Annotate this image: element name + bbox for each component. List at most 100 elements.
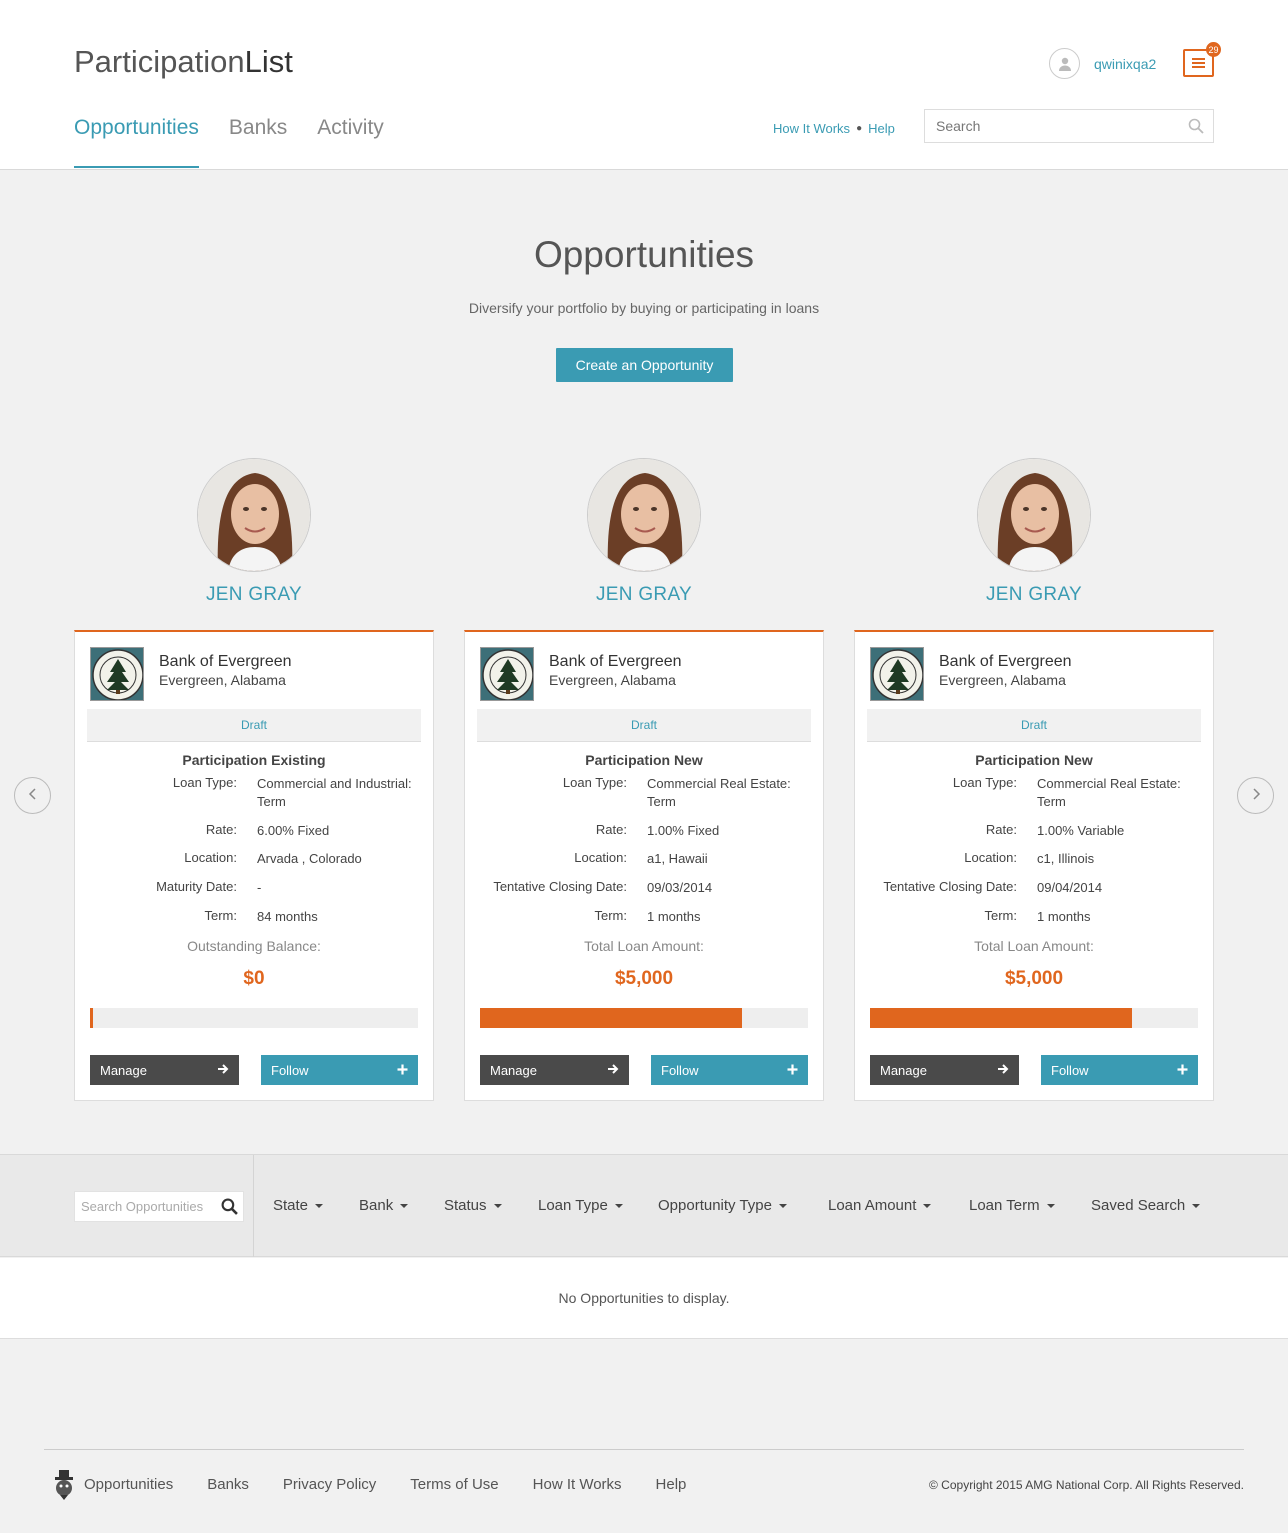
carousel-next-button[interactable] [1237,777,1274,814]
nav-activity[interactable]: Activity [317,116,384,168]
carousel-prev-button[interactable] [14,777,51,814]
detail-label: Loan Type: [172,775,237,790]
filter-label: Opportunity Type [658,1197,772,1214]
status-badge: Draft [87,709,421,742]
help-link[interactable]: Help [868,121,895,136]
footer-link-help[interactable]: Help [656,1476,687,1493]
caret-down-icon [923,1203,932,1208]
caret-down-icon [315,1203,324,1208]
participation-type: Participation Existing [182,752,326,768]
menu-icon [1192,58,1205,68]
filter-bar: State Bank Status Loan Type Opportunity … [0,1154,1288,1257]
footer-links: Opportunities Banks Privacy Policy Terms… [84,1476,720,1493]
amount-value: $5,000 [614,968,674,989]
filter-state[interactable]: State [273,1197,324,1214]
header: ParticipationList qwinixqa2 29 Opportuni… [0,0,1288,170]
follow-button[interactable]: Follow [1041,1055,1198,1085]
bank-name[interactable]: Bank of Evergreen [939,653,1072,671]
detail-label: Maturity Date: [156,879,237,894]
search-icon[interactable] [1188,118,1204,139]
follow-button[interactable]: Follow [651,1055,808,1085]
filter-status[interactable]: Status [444,1197,502,1214]
amount-value: $0 [243,968,265,989]
avatar[interactable] [587,458,701,572]
amount-value: $5,000 [1004,968,1064,989]
caret-down-icon [400,1203,409,1208]
arrow-right-icon [997,1062,1009,1079]
page-subtitle: Diversify your portfolio by buying or pa… [468,300,820,316]
plus-icon [1177,1062,1188,1079]
page-title: Opportunities [533,234,755,275]
opportunity-card: Bank of Evergreen Evergreen, Alabama Draft… [464,630,824,1101]
plus-icon [787,1062,798,1079]
caret-down-icon [1192,1203,1201,1208]
amount-label: Total Loan Amount: [974,938,1094,954]
button-label: Manage [490,1062,537,1078]
manage-button[interactable]: Manage [480,1055,629,1085]
officer-name[interactable]: JEN GRAY [74,584,434,606]
opportunity-search-input[interactable] [75,1192,215,1221]
user-icon [1049,48,1080,79]
detail-value: c1, Illinois [1037,851,1095,866]
footer-divider [44,1449,1244,1450]
caret-down-icon [778,1203,787,1208]
detail-value: Commercial and Industrial: Term [257,776,412,809]
bank-logo [480,647,534,701]
footer-link-banks[interactable]: Banks [207,1476,249,1493]
manage-button[interactable]: Manage [90,1055,239,1085]
nav-banks[interactable]: Banks [229,116,287,168]
detail-label: Loan Type: [952,775,1017,790]
detail-value: - [257,880,262,895]
bank-location: Evergreen, Alabama [549,672,676,688]
loan-officer: JEN GRAY [74,458,434,606]
create-opportunity-button[interactable]: Create an Opportunity [556,348,733,382]
search-icon[interactable] [221,1198,238,1220]
bank-logo [870,647,924,701]
logo-text-strong: List [244,44,293,79]
filter-label: Loan Amount [828,1197,917,1214]
participation-type: Participation New [975,752,1093,768]
detail-value: 84 months [257,909,318,924]
top-links: How It Works ● Help [773,121,895,136]
search-input[interactable] [925,110,1175,142]
status-badge: Draft [477,709,811,742]
filter-opportunity-type[interactable]: Opportunity Type [658,1197,787,1214]
avatar[interactable] [197,458,311,572]
bank-name[interactable]: Bank of Evergreen [549,653,682,671]
filter-loan-amount[interactable]: Loan Amount [828,1197,932,1214]
footer-link-privacy-policy[interactable]: Privacy Policy [283,1476,376,1493]
manage-button[interactable]: Manage [870,1055,1019,1085]
filter-loan-type[interactable]: Loan Type [538,1197,623,1214]
how-it-works-link[interactable]: How It Works [773,121,850,136]
footer-link-how-it-works[interactable]: How It Works [533,1476,622,1493]
detail-value: 1.00% Variable [1037,823,1125,838]
nav-opportunities[interactable]: Opportunities [74,116,199,168]
filter-loan-term[interactable]: Loan Term [969,1197,1055,1214]
detail-label: Location: [184,850,237,865]
arrow-right-icon [217,1062,229,1079]
main-nav: Opportunities Banks Activity [74,116,414,168]
user-menu[interactable]: qwinixqa2 [1049,48,1156,79]
filter-saved-search[interactable]: Saved Search [1091,1197,1201,1214]
header-search [924,109,1214,143]
detail-label: Term: [594,908,628,923]
bank-logo [90,647,144,701]
detail-value: 1 months [647,909,701,924]
avatar[interactable] [977,458,1091,572]
empty-state-message: No Opportunities to display. [0,1258,1288,1339]
detail-value: 1.00% Fixed [647,823,720,838]
footer-link-opportunities[interactable]: Opportunities [84,1476,173,1493]
officer-name[interactable]: JEN GRAY [854,584,1214,606]
app-logo[interactable]: ParticipationList [74,44,293,80]
username[interactable]: qwinixqa2 [1094,56,1156,72]
footer-link-terms-of-use[interactable]: Terms of Use [410,1476,498,1493]
loan-officer: JEN GRAY [854,458,1214,606]
officer-name[interactable]: JEN GRAY [464,584,824,606]
detail-label: Location: [574,850,627,865]
caret-down-icon [493,1203,502,1208]
footer-logo-icon[interactable] [53,1469,75,1506]
bank-name[interactable]: Bank of Evergreen [159,653,292,671]
detail-label: Rate: [595,822,627,837]
follow-button[interactable]: Follow [261,1055,418,1085]
filter-bank[interactable]: Bank [359,1197,409,1214]
